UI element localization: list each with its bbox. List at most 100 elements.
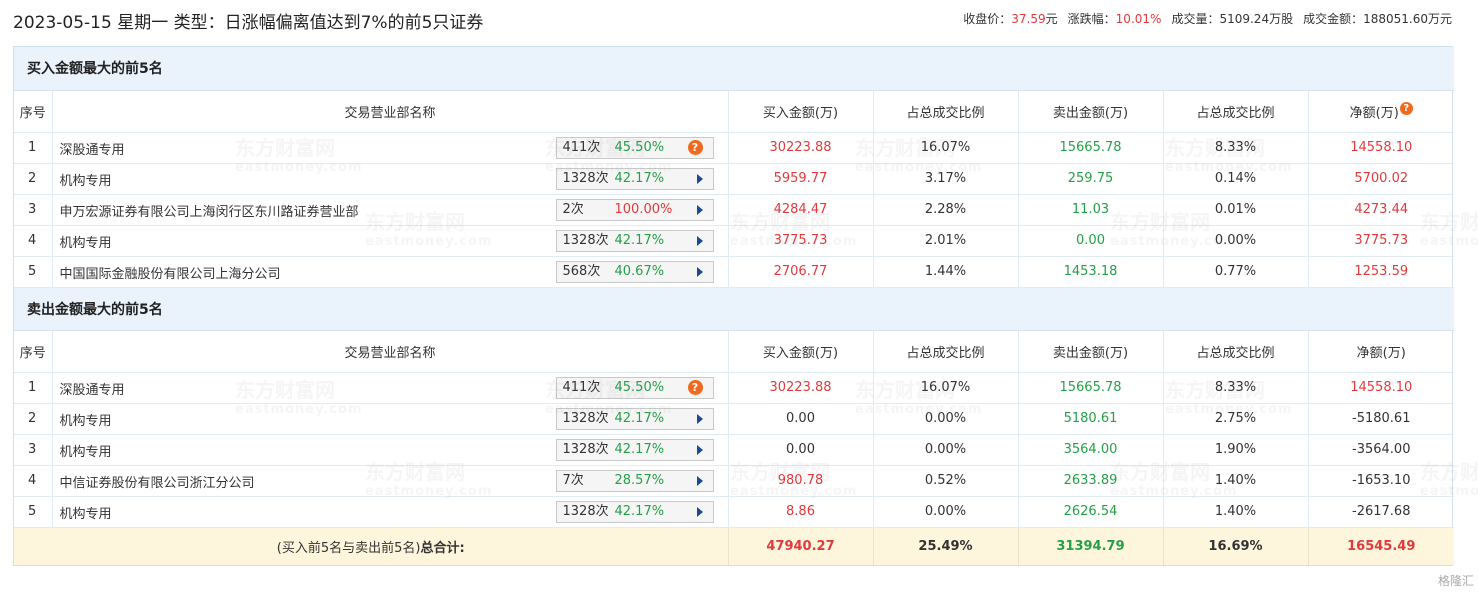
col-sell-amount: 卖出金额(万)	[1018, 330, 1164, 373]
win-rate: 42.17%	[614, 503, 665, 519]
table-row: 5 中国国际金融股份有限公司上海分公司 568次 40.67% 2706.77 1.44%…	[14, 256, 1454, 288]
row-seq: 1	[14, 372, 53, 404]
col-buy-ratio: 占总成交比例	[873, 330, 1019, 373]
net-help-icon[interactable]: ?	[1399, 101, 1413, 115]
page-title: 2023-05-15 星期一 类型：日涨幅偏离值达到7%的前5只证券	[13, 13, 484, 33]
branch-name[interactable]: 申万宏源证券有限公司上海闵行区东川路证券营业部	[60, 201, 359, 220]
appearance-count: 1328次	[562, 170, 609, 186]
net-amount: -5180.61	[1308, 403, 1454, 435]
arrow-right-icon[interactable]	[696, 235, 703, 246]
buy-amount: 30223.88	[728, 372, 874, 404]
branch-cell: 机构专用 1328次 42.17%	[52, 403, 729, 435]
buy-top5-column-header: 序号 交易营业部名称 买入金额(万) 占总成交比例 卖出金额(万) 占总成交比例 净额(万)…	[14, 90, 1454, 133]
branch-name[interactable]: 机构专用	[60, 170, 112, 189]
sell-amount: 0.00	[1018, 225, 1164, 257]
row-seq: 2	[14, 163, 53, 195]
win-rate: 42.17%	[614, 170, 665, 186]
net-amount: -3564.00	[1308, 434, 1454, 466]
buy-top5-header: 买入金额最大的前5名	[14, 47, 1454, 91]
sell-ratio: 1.90%	[1163, 434, 1309, 466]
sell-top5-column-header: 序号 交易营业部名称 买入金额(万) 占总成交比例 卖出金额(万) 占总成交比例 净额(万)	[14, 330, 1454, 373]
branch-history-button[interactable]: 1328次 42.17%	[555, 167, 714, 190]
sell-amount: 2626.54	[1018, 496, 1164, 528]
branch-history-button[interactable]: 7次 28.57%	[555, 469, 714, 492]
appearance-count: 2次	[562, 201, 584, 217]
branch-name[interactable]: 中信证券股份有限公司浙江分公司	[60, 472, 255, 491]
total-sell-ratio: 16.69%	[1163, 527, 1309, 565]
question-icon[interactable]: ?	[687, 139, 703, 155]
col-net-amount: 净额(万)?	[1308, 90, 1454, 133]
branch-cell: 中国国际金融股份有限公司上海分公司 568次 40.67%	[52, 256, 729, 288]
appearance-count: 1328次	[562, 410, 609, 426]
branch-history-button[interactable]: 568次 40.67%	[555, 260, 714, 283]
table-row: 1 深股通专用 411次 45.50%? 30223.88 16.07% 15665.78 8…	[14, 132, 1454, 164]
row-seq: 5	[14, 496, 53, 528]
change-value: 10.01%	[1115, 12, 1162, 26]
sell-amount: 2633.89	[1018, 465, 1164, 497]
row-seq: 1	[14, 132, 53, 164]
sell-amount: 11.03	[1018, 194, 1164, 226]
question-icon[interactable]: ?	[687, 379, 703, 395]
branch-history-button[interactable]: 1328次 42.17%	[555, 229, 714, 252]
branch-name[interactable]: 机构专用	[60, 232, 112, 251]
branch-cell: 深股通专用 411次 45.50%?	[52, 132, 729, 164]
top-bar: 2023-05-15 星期一 类型：日涨幅偏离值达到7%的前5只证券 收盘价：3…	[0, 0, 1478, 40]
row-seq: 2	[14, 403, 53, 435]
sell-amount: 15665.78	[1018, 132, 1164, 164]
volume-label: 成交量：	[1171, 12, 1220, 26]
sell-amount: 1453.18	[1018, 256, 1164, 288]
volume-value: 5109.24万股	[1219, 12, 1294, 26]
buy-ratio: 0.00%	[873, 403, 1019, 435]
arrow-right-icon[interactable]	[696, 475, 703, 486]
branch-name[interactable]: 中国国际金融股份有限公司上海分公司	[60, 263, 281, 282]
arrow-right-icon[interactable]	[696, 204, 703, 215]
branch-history-button[interactable]: 1328次 42.17%	[555, 500, 714, 523]
sell-ratio: 0.00%	[1163, 225, 1309, 257]
branch-history-button[interactable]: 1328次 42.17%	[555, 407, 714, 430]
arrow-right-icon[interactable]	[696, 173, 703, 184]
branch-name[interactable]: 深股通专用	[60, 379, 125, 398]
net-amount: 4273.44	[1308, 194, 1454, 226]
change-label: 涨跌幅：	[1067, 12, 1116, 26]
buy-amount: 3775.73	[728, 225, 874, 257]
arrow-right-icon[interactable]	[696, 506, 703, 517]
row-seq: 3	[14, 194, 53, 226]
branch-history-button[interactable]: 411次 45.50%?	[555, 136, 714, 159]
branch-history-button[interactable]: 2次 100.00%	[555, 198, 714, 221]
col-branch-name: 交易营业部名称	[52, 330, 729, 373]
total-buy-ratio: 25.49%	[873, 527, 1019, 565]
table-row: 4 机构专用 1328次 42.17% 3775.73 2.01% 0.00 0.00% 377…	[14, 225, 1454, 257]
branch-name[interactable]: 机构专用	[60, 503, 112, 522]
close-price-label: 收盘价：	[963, 12, 1012, 26]
total-net: 16545.49	[1308, 527, 1454, 565]
branch-cell: 申万宏源证券有限公司上海闵行区东川路证券营业部 2次 100.00%	[52, 194, 729, 226]
appearance-count: 1328次	[562, 503, 609, 519]
col-branch-name: 交易营业部名称	[52, 90, 729, 133]
col-sell-ratio: 占总成交比例	[1163, 330, 1309, 373]
branch-cell: 机构专用 1328次 42.17%	[52, 225, 729, 257]
sell-amount: 15665.78	[1018, 372, 1164, 404]
branch-cell: 机构专用 1328次 42.17%	[52, 163, 729, 195]
win-rate: 28.57%	[614, 472, 665, 488]
total-label: (买入前5名与卖出前5名)总合计:	[14, 527, 729, 565]
arrow-right-icon[interactable]	[696, 266, 703, 277]
buy-amount: 0.00	[728, 434, 874, 466]
branch-history-button[interactable]: 1328次 42.17%	[555, 438, 714, 461]
arrow-right-icon[interactable]	[696, 444, 703, 455]
row-seq: 4	[14, 465, 53, 497]
close-price-value: 37.59	[1011, 12, 1046, 26]
sell-amount: 3564.00	[1018, 434, 1164, 466]
branch-cell: 深股通专用 411次 45.50%?	[52, 372, 729, 404]
appearance-count: 411次	[562, 379, 601, 395]
table-row: 4 中信证券股份有限公司浙江分公司 7次 28.57% 980.78 0.52% 2633.…	[14, 465, 1454, 497]
amount-value: 188051.60万元	[1363, 12, 1452, 26]
appearance-count: 1328次	[562, 232, 609, 248]
branch-name[interactable]: 深股通专用	[60, 139, 125, 158]
table-row: 2 机构专用 1328次 42.17% 5959.77 3.17% 259.75 0.14% 5…	[14, 163, 1454, 195]
arrow-right-icon[interactable]	[696, 413, 703, 424]
buy-ratio: 2.28%	[873, 194, 1019, 226]
total-label-bold: 总合计:	[420, 540, 465, 556]
branch-name[interactable]: 机构专用	[60, 441, 112, 460]
branch-name[interactable]: 机构专用	[60, 410, 112, 429]
branch-history-button[interactable]: 411次 45.50%?	[555, 376, 714, 399]
